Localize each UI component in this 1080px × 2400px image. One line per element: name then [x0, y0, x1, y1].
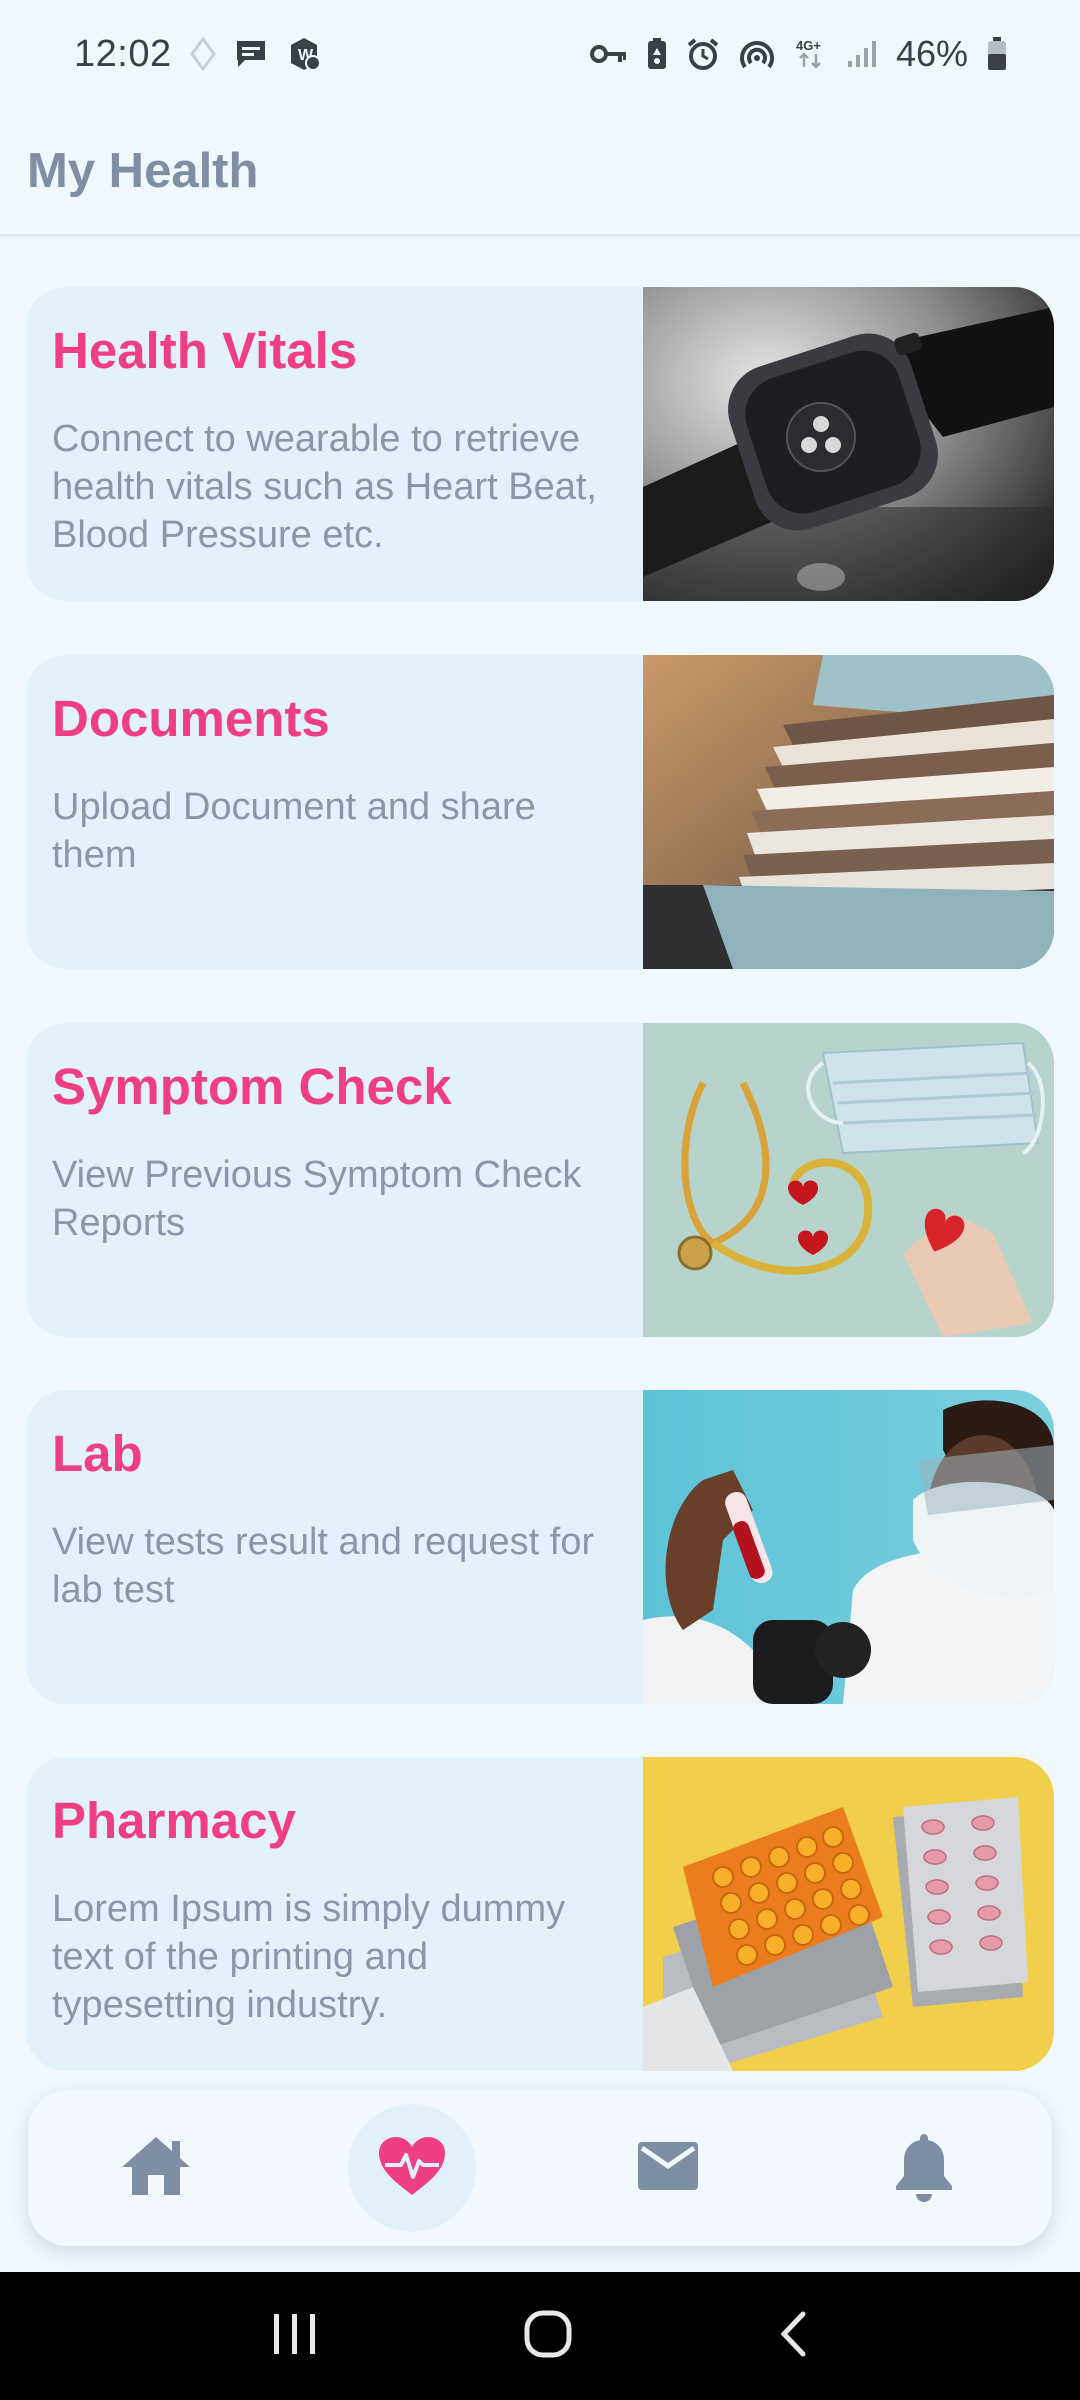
card-title: Lab	[52, 1425, 143, 1482]
card-text: Health Vitals Connect to wearable to ret…	[26, 287, 643, 601]
status-right: 4G+ 46%	[589, 33, 1008, 75]
network-type-icon: 4G+	[794, 37, 828, 71]
pharmacy-card[interactable]: Pharmacy Lorem Ipsum is simply dummy tex…	[26, 1757, 1054, 2071]
card-text: Lab View tests result and request for la…	[26, 1390, 643, 1704]
back-button[interactable]	[778, 2310, 808, 2363]
nav-notifications[interactable]	[860, 2104, 988, 2232]
card-title: Health Vitals	[52, 322, 358, 379]
file-folders-photo	[643, 655, 1054, 969]
vpn-key-icon	[589, 41, 628, 67]
status-bar: 12:02 W 4G+ 46%	[0, 0, 1080, 108]
card-description: View tests result and request for lab te…	[52, 1521, 595, 1611]
system-navigation-bar	[0, 2272, 1080, 2400]
card-text: Pharmacy Lorem Ipsum is simply dummy tex…	[26, 1757, 643, 2071]
bell-icon	[892, 2130, 956, 2207]
recent-apps-button[interactable]	[272, 2312, 318, 2361]
stethoscope-mask-photo	[643, 1023, 1054, 1337]
app-notification-icon: W	[286, 36, 322, 72]
signal-icon	[846, 39, 878, 69]
svg-text:4G+: 4G+	[796, 38, 821, 53]
lab-card[interactable]: Lab View tests result and request for la…	[26, 1390, 1054, 1704]
battery-saver-icon	[646, 37, 668, 71]
nav-messages[interactable]	[604, 2104, 732, 2232]
smartwatch-photo	[643, 287, 1054, 601]
card-description: View Previous Symptom Check Reports	[52, 1154, 582, 1244]
card-description: Lorem Ipsum is simply dummy text of the …	[52, 1888, 566, 2026]
health-vitals-card[interactable]: Health Vitals Connect to wearable to ret…	[26, 287, 1054, 601]
mail-icon	[638, 2141, 698, 2195]
nav-health[interactable]	[348, 2104, 476, 2232]
card-description: Upload Document and share them	[52, 786, 536, 876]
app-header: My Health	[0, 108, 1080, 236]
status-time: 12:02	[74, 32, 172, 75]
nav-home[interactable]	[92, 2104, 220, 2232]
card-text: Documents Upload Document and share them	[26, 655, 643, 969]
heart-pulse-icon	[377, 2135, 447, 2202]
bottom-navigation	[28, 2090, 1052, 2246]
pill-blister-packs-photo	[643, 1757, 1054, 2071]
status-left: 12:02 W	[74, 33, 322, 76]
home-icon	[118, 2133, 194, 2204]
home-button[interactable]	[523, 2309, 573, 2364]
card-title: Documents	[52, 690, 330, 747]
card-description: Connect to wearable to retrieve health v…	[52, 418, 597, 556]
hotspot-icon	[738, 37, 776, 71]
battery-percentage: 46%	[895, 33, 968, 74]
chat-notification-icon	[234, 38, 268, 70]
card-text: Symptom Check View Previous Symptom Chec…	[26, 1023, 643, 1337]
card-title: Pharmacy	[52, 1792, 296, 1849]
battery-icon	[986, 36, 1008, 72]
lab-scientist-photo	[643, 1390, 1054, 1704]
diamond-icon	[189, 37, 216, 71]
card-title: Symptom Check	[52, 1058, 452, 1115]
alarm-icon	[686, 37, 720, 71]
documents-card[interactable]: Documents Upload Document and share them	[26, 655, 1054, 969]
page-title: My Health	[27, 144, 259, 198]
symptom-check-card[interactable]: Symptom Check View Previous Symptom Chec…	[26, 1023, 1054, 1337]
